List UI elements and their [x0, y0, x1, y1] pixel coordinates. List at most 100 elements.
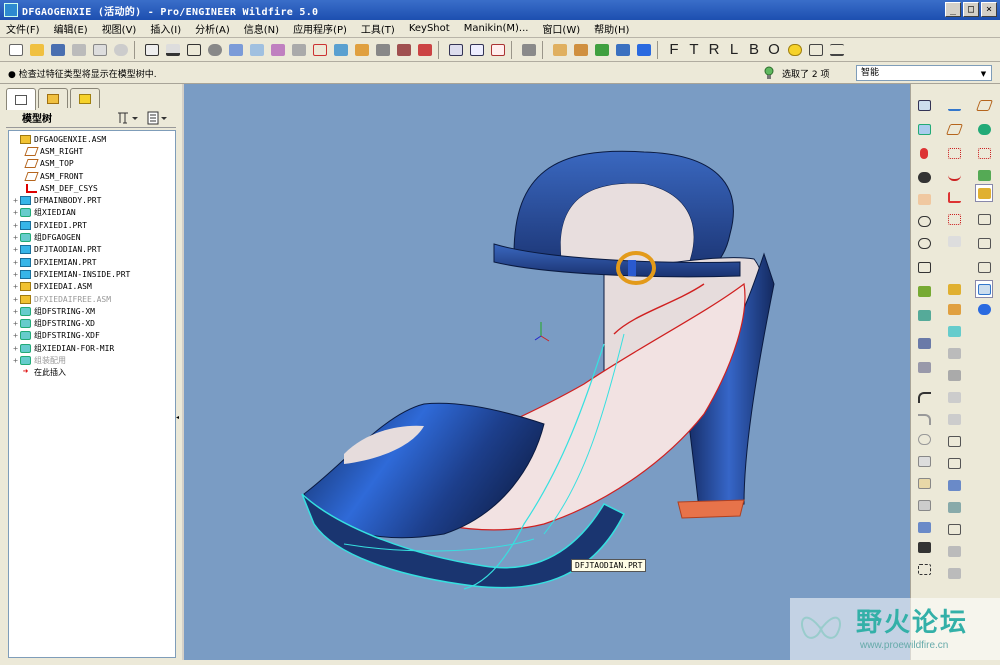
expand-toggle[interactable]: +: [11, 344, 20, 353]
solidify-icon[interactable]: [945, 564, 963, 582]
menu-file[interactable]: 文件(F): [6, 21, 40, 36]
graphics-viewport[interactable]: DFJTAODIAN.PRT: [184, 84, 910, 660]
expand-toggle[interactable]: +: [11, 196, 20, 205]
tree-item[interactable]: + 组XIEDIAN-FOR-MIR: [9, 342, 175, 354]
display-points-icon[interactable]: [592, 40, 611, 59]
menu-edit[interactable]: 编辑(E): [54, 21, 88, 36]
component-create-icon[interactable]: [915, 306, 933, 324]
expand-toggle[interactable]: +: [11, 356, 20, 365]
render-icon[interactable]: [415, 40, 434, 59]
draft-icon[interactable]: [945, 388, 963, 406]
redo-icon[interactable]: [915, 410, 933, 428]
refit-icon[interactable]: [184, 40, 203, 59]
expand-toggle[interactable]: +: [11, 331, 20, 340]
menu-applications[interactable]: 应用程序(P): [293, 21, 347, 36]
wireframe-icon[interactable]: [310, 40, 329, 59]
point-set-icon[interactable]: [945, 144, 963, 162]
datum-curve-icon[interactable]: [975, 96, 993, 114]
send-link-icon[interactable]: [111, 40, 130, 59]
model-setup-icon[interactable]: [519, 40, 538, 59]
hidden-line-icon[interactable]: [331, 40, 350, 59]
tree-view-icon[interactable]: [806, 40, 825, 59]
tree-item[interactable]: ASM_TOP: [9, 158, 175, 170]
orient-icon[interactable]: [226, 40, 245, 59]
menu-analysis[interactable]: 分析(A): [195, 21, 230, 36]
tree-item[interactable]: + DFMAINBODY.PRT: [9, 194, 175, 206]
selection-filter[interactable]: 智能 ▼: [856, 65, 992, 81]
view-top-letter[interactable]: T: [685, 40, 703, 59]
expand-toggle[interactable]: +: [11, 270, 20, 279]
display-datum-planes-icon[interactable]: [550, 40, 569, 59]
menu-tools[interactable]: 工具(T): [361, 21, 395, 36]
tree-item[interactable]: + 组DFSTRING-XDF: [9, 330, 175, 342]
box-icon-2[interactable]: [975, 234, 993, 252]
expand-toggle[interactable]: +: [11, 208, 20, 217]
layers-icon[interactable]: [268, 40, 287, 59]
view-manager-icon[interactable]: [289, 40, 308, 59]
skew-plane-icon[interactable]: [945, 120, 963, 138]
tab-model-tree[interactable]: [6, 88, 36, 110]
annotation-icon[interactable]: [634, 40, 653, 59]
view-right-letter[interactable]: R: [705, 40, 723, 59]
close-button[interactable]: ×: [981, 2, 997, 17]
new-file-icon[interactable]: [6, 40, 25, 59]
zoom-window-icon[interactable]: [915, 258, 933, 276]
point-tool-icon[interactable]: [945, 210, 963, 228]
shading-icon[interactable]: [373, 40, 392, 59]
blue-sphere-icon[interactable]: [975, 300, 993, 318]
save-icon[interactable]: [48, 40, 67, 59]
view-front-letter[interactable]: F: [665, 40, 683, 59]
component-ops-icon[interactable]: [915, 358, 933, 376]
binoculars-search-icon[interactable]: [915, 538, 933, 556]
display-csys-icon[interactable]: [613, 40, 632, 59]
tree-item[interactable]: + DFXIEMIAN.PRT: [9, 256, 175, 268]
minimize-button[interactable]: _: [945, 2, 961, 17]
sketch-icon[interactable]: [915, 96, 933, 114]
balance-icon[interactable]: [827, 40, 846, 59]
view-left-letter[interactable]: L: [725, 40, 743, 59]
undo-icon[interactable]: [915, 388, 933, 406]
box-icon-1[interactable]: [975, 210, 993, 228]
tree-item[interactable]: ASM_FRONT: [9, 170, 175, 182]
no-hidden-icon[interactable]: [352, 40, 371, 59]
expand-toggle[interactable]: +: [11, 307, 20, 316]
hand-pan-icon[interactable]: [915, 190, 933, 208]
tree-item[interactable]: DFGAOGENXIE.ASM: [9, 133, 175, 145]
tree-settings-icon[interactable]: [116, 110, 138, 126]
menu-info[interactable]: 信息(N): [244, 21, 279, 36]
tab-favorites[interactable]: [70, 88, 100, 108]
merge-icon[interactable]: [945, 476, 963, 494]
view-other-letter[interactable]: O: [765, 40, 783, 59]
shoe-model[interactable]: [184, 84, 910, 660]
panel-splitter-handle[interactable]: ◂: [176, 414, 181, 421]
menu-view[interactable]: 视图(V): [102, 21, 137, 36]
tree-item[interactable]: + 组DFGAOGEN: [9, 231, 175, 243]
tree-item[interactable]: + DFXIEDI.PRT: [9, 219, 175, 231]
expand-toggle[interactable]: +: [11, 282, 20, 291]
window-activate-icon[interactable]: [467, 40, 486, 59]
spline-icon[interactable]: [945, 166, 963, 184]
maximize-button[interactable]: □: [963, 2, 979, 17]
open-folder-icon[interactable]: [27, 40, 46, 59]
pattern-icon[interactable]: [945, 432, 963, 450]
repaint-icon[interactable]: [163, 40, 182, 59]
revolve-icon[interactable]: [945, 300, 963, 318]
menu-help[interactable]: 帮助(H): [594, 21, 629, 36]
sweep-icon[interactable]: [945, 322, 963, 340]
trim-icon[interactable]: [945, 498, 963, 516]
tree-item[interactable]: + DFXIEDAI.ASM: [9, 281, 175, 293]
zoom-out-icon[interactable]: [915, 234, 933, 252]
tree-item[interactable]: + DFXIEMIAN-INSIDE.PRT: [9, 268, 175, 280]
window-new-icon[interactable]: [446, 40, 465, 59]
thicken-icon[interactable]: [945, 542, 963, 560]
menu-window[interactable]: 窗口(W): [542, 21, 580, 36]
round-icon[interactable]: [945, 344, 963, 362]
tab-folder-browser[interactable]: [38, 88, 68, 108]
menu-manikin[interactable]: Manikin(M)...: [464, 23, 529, 34]
datum-axis-tool-icon[interactable]: [915, 144, 933, 162]
tree-item[interactable]: + 组XIEDIAN: [9, 207, 175, 219]
show-menu-icon[interactable]: [146, 110, 168, 126]
active-selection-icon[interactable]: [975, 184, 993, 202]
saved-views-icon[interactable]: [247, 40, 266, 59]
tree-item[interactable]: ASM_RIGHT: [9, 145, 175, 157]
